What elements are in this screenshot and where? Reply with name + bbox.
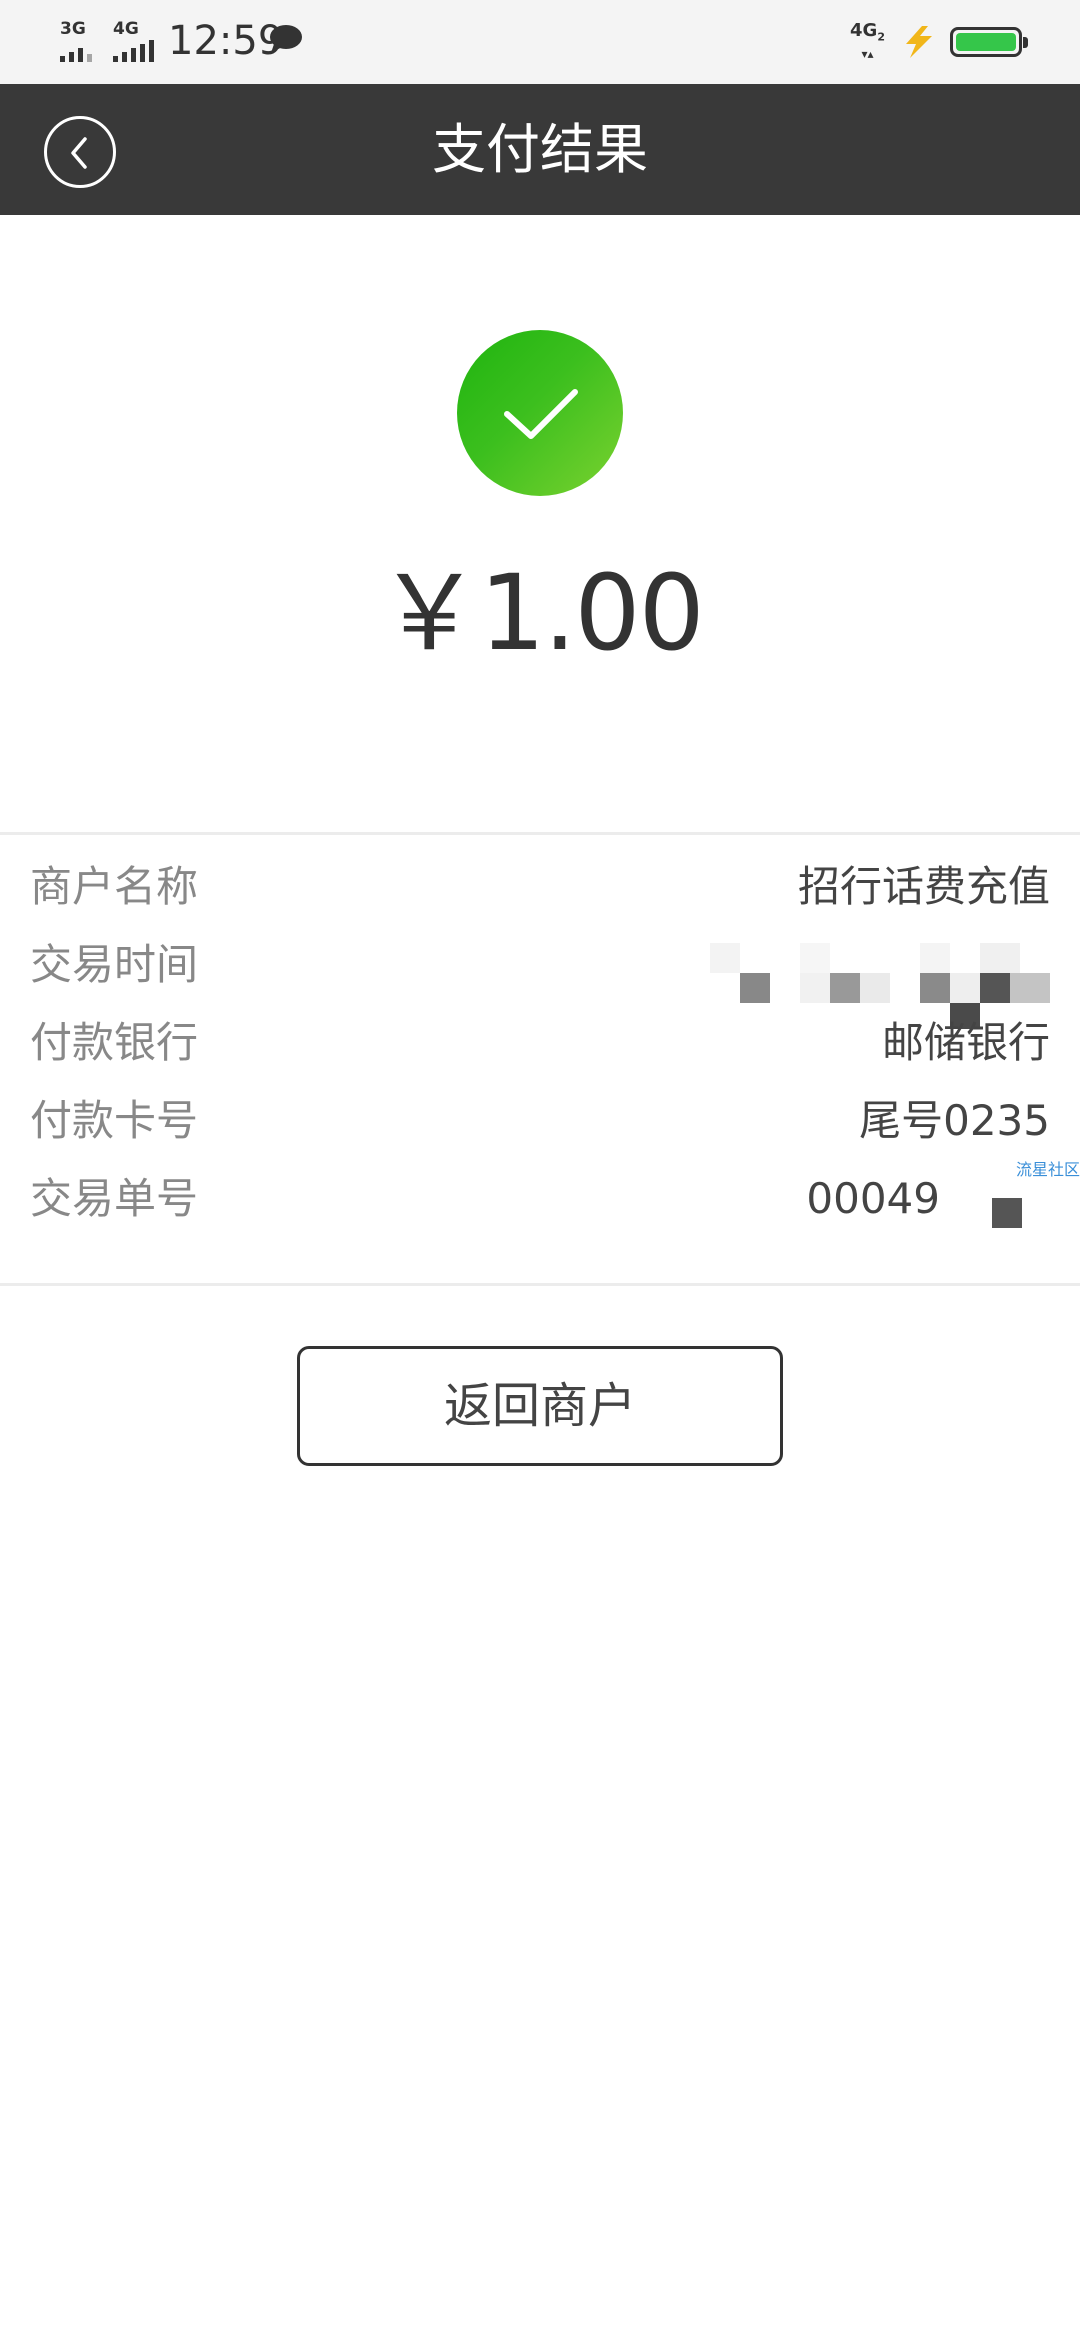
detail-label: 商户名称 bbox=[30, 862, 199, 911]
signal-icon: 3G bbox=[60, 20, 92, 62]
detail-row-order: 交易单号 00049 bbox=[0, 1173, 1080, 1251]
network-type-label: 4G bbox=[113, 19, 139, 39]
volte-icon: 4G2 ▾▴ bbox=[850, 20, 885, 61]
charging-icon bbox=[898, 24, 938, 60]
clock: 12:59 bbox=[168, 18, 284, 64]
detail-label: 付款银行 bbox=[30, 1018, 199, 1067]
page-title: 支付结果 bbox=[432, 118, 648, 181]
detail-value: 邮储银行 bbox=[881, 1018, 1050, 1067]
header: 支付结果 bbox=[0, 84, 1080, 215]
checkmark-icon bbox=[457, 330, 623, 496]
detail-label: 付款卡号 bbox=[30, 1096, 199, 1145]
status-bar: 3G 4G 12:59 4G2 ▾▴ bbox=[0, 0, 1080, 84]
detail-row-merchant: 商户名称 招行话费充值 bbox=[0, 861, 1080, 939]
signal-icon: 4G bbox=[113, 20, 154, 62]
payment-amount: ￥1.00 bbox=[377, 552, 705, 674]
redacted-value bbox=[992, 1198, 1022, 1228]
battery-icon bbox=[950, 27, 1028, 57]
detail-row-card: 付款卡号 尾号0235 bbox=[0, 1095, 1080, 1173]
detail-label: 交易单号 bbox=[30, 1174, 199, 1223]
detail-row-time: 交易时间 bbox=[0, 939, 1080, 1029]
message-bubble-icon bbox=[268, 24, 304, 54]
detail-label: 交易时间 bbox=[30, 940, 199, 989]
return-to-merchant-button[interactable]: 返回商户 bbox=[297, 1346, 783, 1466]
watermark: 流星社区 bbox=[1016, 1160, 1080, 1179]
network-type-label: 3G bbox=[60, 19, 86, 39]
detail-value: 招行话费充值 bbox=[797, 862, 1050, 911]
detail-row-bank: 付款银行 邮储银行 bbox=[0, 1017, 1080, 1095]
detail-value: 00049 bbox=[806, 1174, 940, 1223]
payment-details: 商户名称 招行话费充值 交易时间 付款银行 邮储银行 付款卡号 尾号0235 交… bbox=[0, 832, 1080, 1286]
detail-value: 尾号0235 bbox=[859, 1096, 1050, 1145]
